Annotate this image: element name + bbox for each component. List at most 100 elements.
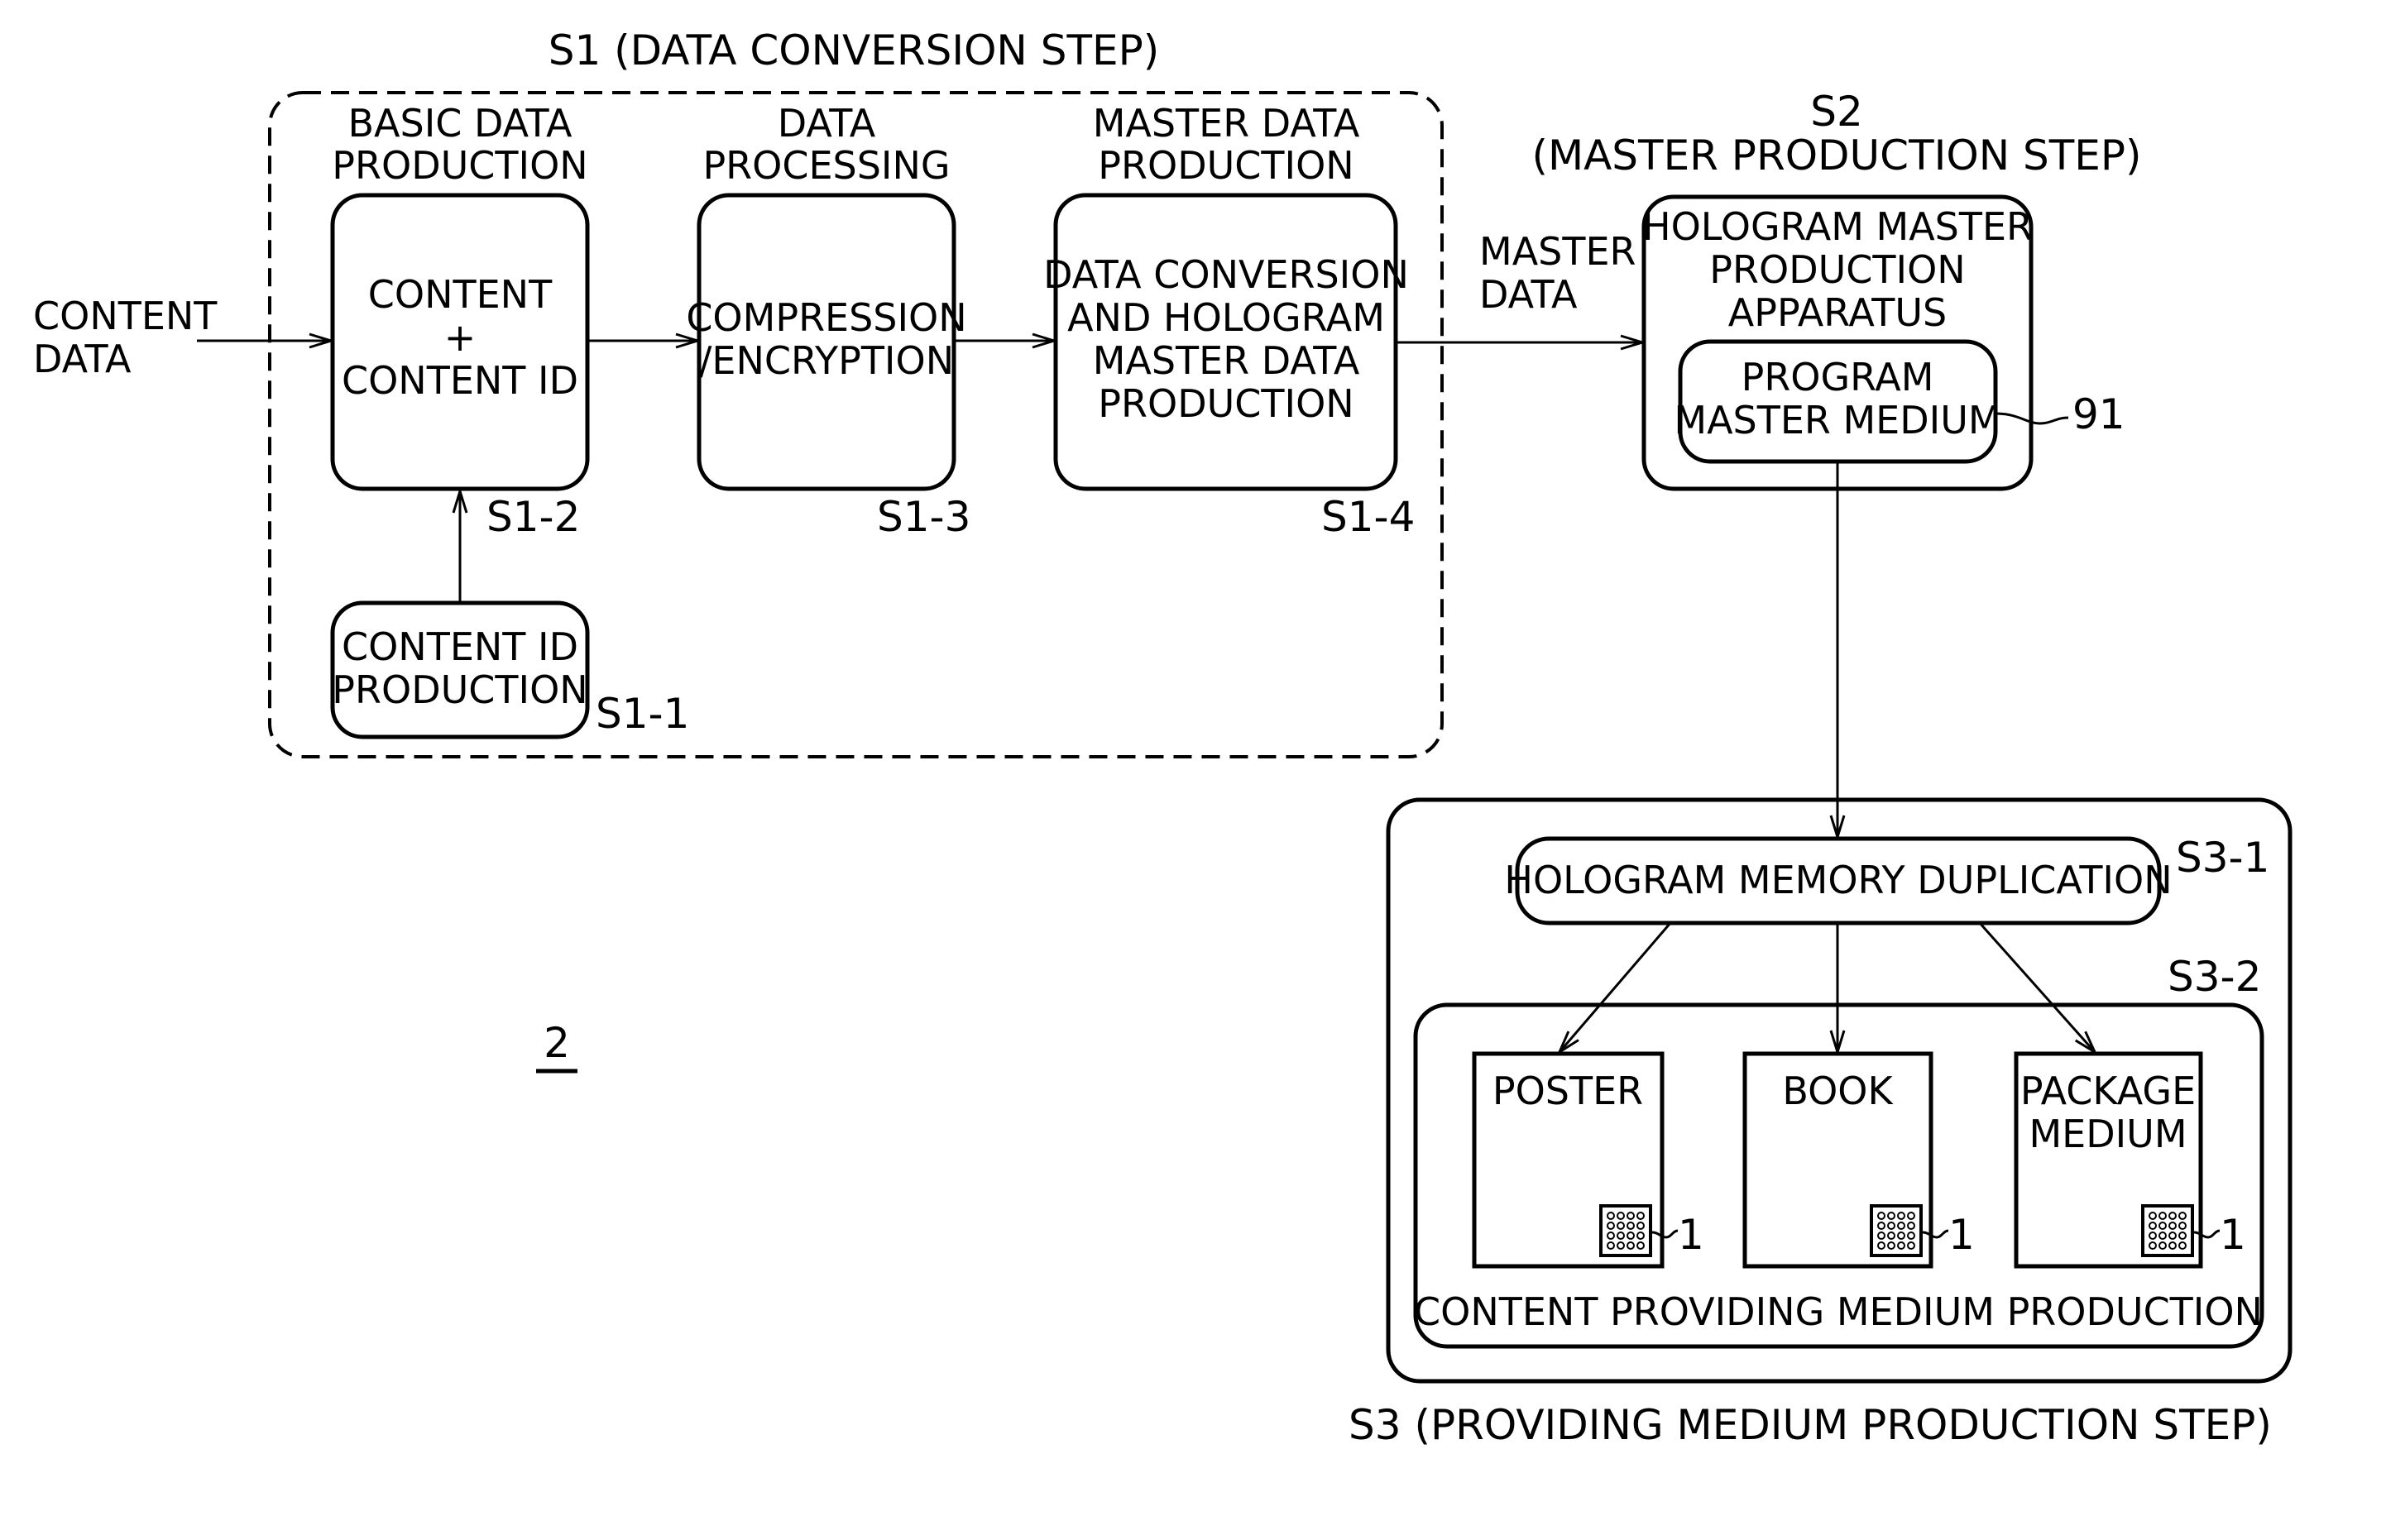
svg-text:PRODUCTION: PRODUCTION: [1098, 143, 1354, 188]
chip-dot: [1636, 1212, 1645, 1220]
chip-dot: [1887, 1222, 1895, 1230]
s1-3-header: DATA PROCESSING: [702, 101, 950, 188]
chip-dot: [1627, 1241, 1635, 1250]
book-label: BOOK: [1782, 1069, 1894, 1113]
chip-dot: [2168, 1212, 2177, 1220]
chip-dot: [1636, 1222, 1645, 1230]
s3-1-label: HOLOGRAM MEMORY DUPLICATION: [1504, 858, 2172, 902]
chip-dot: [1607, 1212, 1615, 1220]
s1-4-header: MASTER DATA PRODUCTION: [1093, 101, 1360, 188]
package-medium-label-line2: MEDIUM: [2029, 1112, 2187, 1156]
chip-dot: [1887, 1232, 1895, 1240]
svg-text:DATA: DATA: [778, 101, 876, 146]
s3-2-ref: S3-2: [2168, 953, 2261, 1001]
svg-text:CONTENT ID: CONTENT ID: [342, 358, 578, 403]
ref-1-leader: [1651, 1229, 1679, 1239]
chip-dot: [1617, 1212, 1625, 1220]
poster-label: POSTER: [1492, 1069, 1643, 1113]
content-data-label: CONTENT DATA: [33, 294, 218, 381]
svg-text:DATA: DATA: [33, 337, 132, 381]
chip-dot: [1636, 1232, 1645, 1240]
svg-text:MASTER DATA: MASTER DATA: [1093, 338, 1360, 383]
chip-dot: [1897, 1212, 1905, 1220]
svg-text:(MASTER PRODUCTION STEP): (MASTER PRODUCTION STEP): [1531, 132, 2141, 179]
chip-dot: [2158, 1222, 2167, 1230]
svg-text:PRODUCTION: PRODUCTION: [1709, 247, 1965, 292]
chip-dot: [1617, 1241, 1625, 1250]
svg-text:CONTENT ID: CONTENT ID: [342, 624, 578, 669]
media-poster: POSTER 1: [1472, 1051, 1704, 1269]
svg-text:+: +: [444, 315, 477, 360]
s1-title: S1 (DATA CONVERSION STEP): [549, 26, 1160, 74]
chip-dot: [2158, 1212, 2167, 1220]
package-medium-label-line1: PACKAGE: [2020, 1069, 2196, 1113]
svg-text:COMPRESSION: COMPRESSION: [686, 295, 966, 340]
chip-dot: [1627, 1222, 1635, 1230]
chip-dot: [1897, 1222, 1905, 1230]
hologram-memory-chip-icon: [1599, 1204, 1652, 1257]
hologram-memory-chip-icon: [1870, 1204, 1923, 1257]
chip-dot: [1887, 1212, 1895, 1220]
svg-text:BASIC DATA: BASIC DATA: [347, 101, 573, 146]
arrow-to-package-medium: [1978, 922, 2095, 1052]
svg-text:HOLOGRAM MASTER: HOLOGRAM MASTER: [1642, 204, 2033, 249]
chip-dot: [1617, 1232, 1625, 1240]
svg-text:MASTER: MASTER: [1479, 229, 1636, 274]
svg-text:DATA CONVERSION: DATA CONVERSION: [1043, 252, 1409, 297]
svg-text:MASTER DATA: MASTER DATA: [1093, 101, 1360, 146]
chip-dot: [1907, 1222, 1915, 1230]
master-data-label: MASTER DATA: [1479, 229, 1636, 317]
chip-dot: [2168, 1241, 2177, 1250]
chip-dot: [1907, 1241, 1915, 1250]
chip-dot: [2168, 1232, 2177, 1240]
chip-dot: [1607, 1232, 1615, 1240]
arrow-to-poster: [1560, 922, 1672, 1052]
s1-2-header: BASIC DATA PRODUCTION: [332, 101, 587, 188]
chip-dot: [1617, 1222, 1625, 1230]
s2-apparatus-text: HOLOGRAM MASTER PRODUCTION APPARATUS: [1642, 204, 2033, 335]
chip-dot: [1897, 1241, 1905, 1250]
chip-dot: [1877, 1222, 1885, 1230]
chip-dot: [2168, 1222, 2177, 1230]
svg-text:PRODUCTION: PRODUCTION: [332, 667, 587, 712]
s2-title: S2 (MASTER PRODUCTION STEP): [1531, 88, 2141, 179]
figure-reference-number: 2: [544, 1019, 570, 1067]
s3-2-label: CONTENT PROVIDING MEDIUM PRODUCTION: [1414, 1289, 2263, 1334]
media-book: BOOK 1: [1742, 1051, 1975, 1269]
s1-3-ref: S1-3: [877, 493, 970, 541]
s1-3-box-text: COMPRESSION /ENCRYPTION: [686, 295, 966, 383]
program-master-medium-text: PROGRAM MASTER MEDIUM: [1674, 355, 2000, 442]
svg-text:APPARATUS: APPARATUS: [1728, 290, 1947, 335]
chip-dot: [1627, 1212, 1635, 1220]
chip-dot: [2158, 1232, 2167, 1240]
chip-dot: [2178, 1241, 2187, 1250]
chip-dot: [1897, 1232, 1905, 1240]
svg-text:PRODUCTION: PRODUCTION: [1098, 381, 1354, 426]
chip-dot: [1907, 1212, 1915, 1220]
chip-dot: [1636, 1241, 1645, 1250]
svg-text:CONTENT: CONTENT: [368, 272, 553, 317]
ref-1-leader: [1922, 1229, 1949, 1239]
svg-text:PROCESSING: PROCESSING: [702, 143, 950, 188]
chip-dot: [1907, 1232, 1915, 1240]
chip-dot: [1887, 1241, 1895, 1250]
s1-1-ref: S1-1: [596, 690, 689, 738]
chip-dot: [2149, 1222, 2157, 1230]
s1-1-box-text: CONTENT ID PRODUCTION: [332, 624, 587, 712]
chip-dot: [2158, 1241, 2167, 1250]
chip-dot: [1877, 1212, 1885, 1220]
svg-text:/ENCRYPTION: /ENCRYPTION: [699, 338, 954, 383]
s1-2-box-text: CONTENT + CONTENT ID: [342, 272, 578, 403]
chip-dot: [1607, 1222, 1615, 1230]
ref-91: 91: [2072, 390, 2125, 438]
svg-text:PRODUCTION: PRODUCTION: [332, 143, 587, 188]
chip-dot: [2149, 1241, 2157, 1250]
hologram-ref: 1: [2220, 1211, 2246, 1259]
chip-dot: [2178, 1222, 2187, 1230]
svg-text:DATA: DATA: [1479, 272, 1578, 317]
s1-4-box-text: DATA CONVERSION AND HOLOGRAM MASTER DATA…: [1043, 252, 1409, 426]
chip-dot: [2149, 1232, 2157, 1240]
chip-dot: [1877, 1241, 1885, 1250]
hologram-ref: 1: [1948, 1211, 1975, 1259]
chip-dot: [2149, 1212, 2157, 1220]
